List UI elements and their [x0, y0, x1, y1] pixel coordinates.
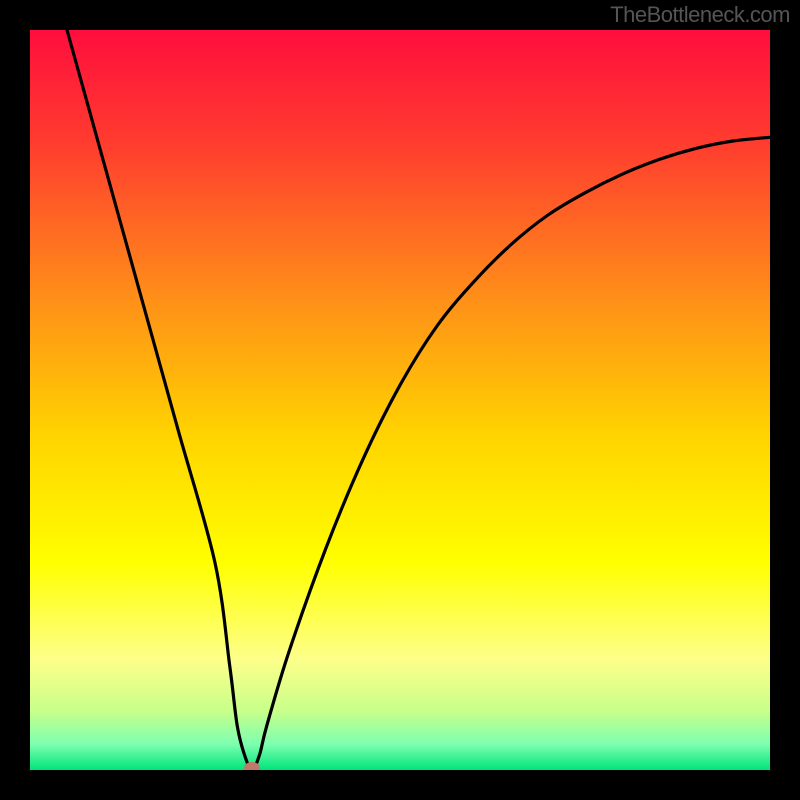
chart-container: TheBottleneck.com: [0, 0, 800, 800]
chart-svg: [30, 30, 770, 770]
plot-area: [30, 30, 770, 770]
watermark-label: TheBottleneck.com: [610, 2, 790, 28]
gradient-background: [30, 30, 770, 770]
